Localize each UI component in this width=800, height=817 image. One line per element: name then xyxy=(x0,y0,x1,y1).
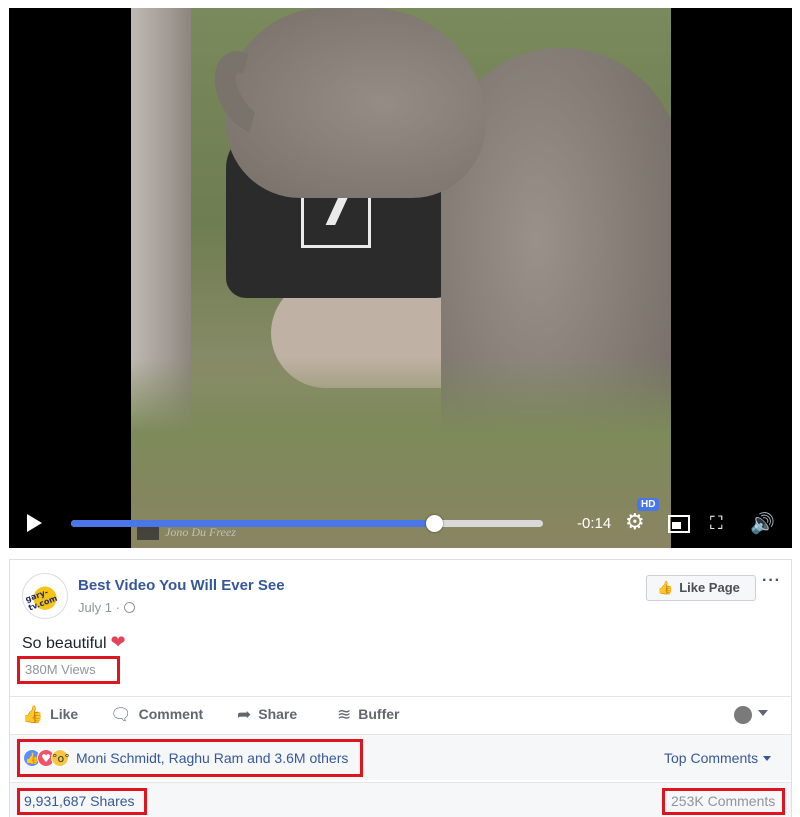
share-label: Share xyxy=(258,706,298,722)
thumbs-up-icon: 👍 xyxy=(657,580,674,595)
top-comments-label: Top Comments xyxy=(664,750,759,766)
avatar-logo-text: gary-tv.com xyxy=(24,587,59,613)
gear-icon[interactable]: ⚙ xyxy=(625,511,649,535)
time-remaining: -0:14 xyxy=(577,515,612,532)
hd-badge: HD xyxy=(637,498,660,511)
buffer-button[interactable]: ≋ Buffer xyxy=(337,705,399,725)
like-page-label: Like Page xyxy=(679,580,740,595)
video-frame[interactable]: 7 Jono Du Freez xyxy=(131,8,671,548)
page-avatar[interactable]: gary-tv.com xyxy=(22,573,68,619)
buffer-stack-icon: ≋ xyxy=(337,705,352,724)
viewer-avatar[interactable] xyxy=(734,706,752,724)
progress-fill xyxy=(71,520,435,527)
chevron-down-icon[interactable] xyxy=(758,710,768,716)
play-icon[interactable] xyxy=(27,514,42,532)
action-bar: 👍 Like 🗨 Comment ➦ Share ≋ Buffer xyxy=(10,696,791,732)
reactors-text[interactable]: Moni Schmidt, Raghu Ram and 3.6M others xyxy=(76,750,348,766)
like-page-button[interactable]: 👍 Like Page xyxy=(646,575,756,601)
comment-bubble-icon: 🗨 xyxy=(110,705,132,724)
progress-knob[interactable] xyxy=(426,515,444,532)
comments-count[interactable]: 253K Comments xyxy=(662,788,785,815)
comment-label: Comment xyxy=(138,706,204,722)
share-button[interactable]: ➦ Share xyxy=(237,705,297,725)
progress-bar[interactable] xyxy=(71,515,543,532)
shares-count[interactable]: 9,931,687 Shares xyxy=(17,788,147,815)
chevron-down-icon xyxy=(763,756,772,761)
like-label: Like xyxy=(50,706,79,722)
page-name-link[interactable]: Best Video You Will Ever See xyxy=(78,577,285,594)
video-controls: -0:14 ⚙ HD ⛶ 🔊 xyxy=(9,498,792,548)
thumbs-up-icon: 👍 xyxy=(22,705,44,724)
volume-icon[interactable]: 🔊 xyxy=(750,512,776,534)
post-message: So beautiful xyxy=(22,635,107,652)
post-date[interactable]: July 1 xyxy=(78,600,112,615)
buffer-label: Buffer xyxy=(358,706,400,722)
picture-in-picture-icon[interactable] xyxy=(668,515,690,533)
globe-icon xyxy=(123,602,135,613)
post-meta: July 1 · xyxy=(78,600,135,615)
post-text: So beautiful ❤ xyxy=(22,632,126,653)
reactions-row: 👍 ♥ °o° Moni Schmidt, Raghu Ram and 3.6M… xyxy=(10,734,791,780)
fullscreen-icon[interactable]: ⛶ xyxy=(710,514,730,534)
like-button[interactable]: 👍 Like xyxy=(22,705,78,725)
heart-icon: ❤ xyxy=(110,632,126,652)
view-count: 380M Views xyxy=(17,656,120,684)
share-arrow-icon: ➦ xyxy=(237,705,252,724)
more-options-icon[interactable]: ··· xyxy=(762,572,781,590)
stats-row: 9,931,687 Shares 253K Comments xyxy=(10,782,791,817)
post-card: gary-tv.com Best Video You Will Ever See… xyxy=(9,559,792,817)
top-comments-dropdown[interactable]: Top Comments xyxy=(664,750,772,766)
comment-button[interactable]: 🗨 Comment xyxy=(110,705,203,725)
reactions-summary[interactable]: 👍 ♥ °o° Moni Schmidt, Raghu Ram and 3.6M… xyxy=(17,739,363,777)
wow-reaction-icon: °o° xyxy=(51,749,70,767)
video-player[interactable]: 7 Jono Du Freez -0:14 ⚙ HD ⛶ 🔊 xyxy=(9,8,792,548)
